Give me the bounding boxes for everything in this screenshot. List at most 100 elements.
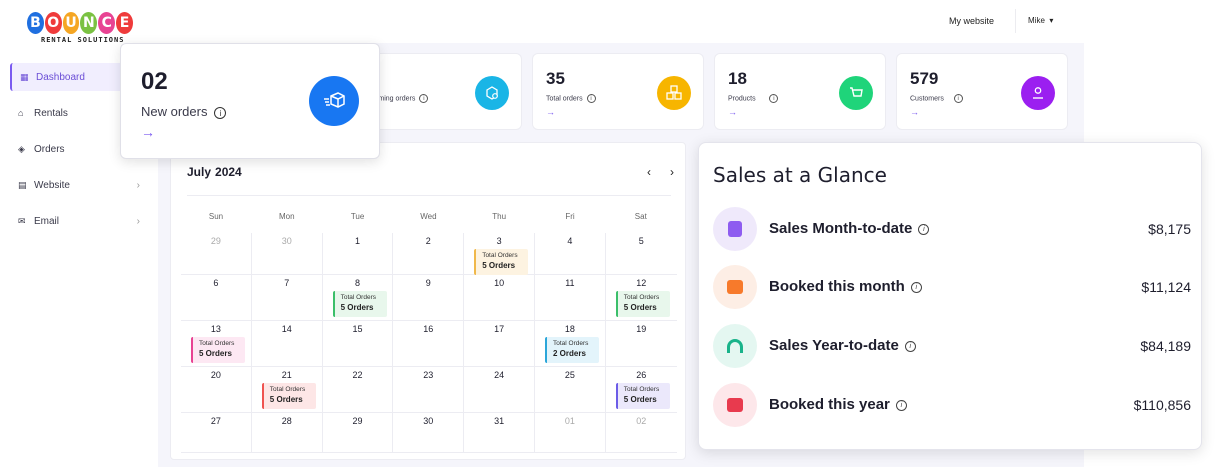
- logo-letter: O: [44, 12, 62, 34]
- info-icon[interactable]: i: [953, 94, 963, 103]
- event-order-count: 5 Orders: [482, 261, 516, 270]
- calendar-day-cell[interactable]: 24: [464, 367, 535, 413]
- new-orders-card[interactable]: 02 New orders i →: [120, 43, 380, 159]
- sales-row-label: Sales Month-to-date i: [769, 220, 930, 237]
- products-arrow-link[interactable]: →: [728, 107, 737, 117]
- calendar-divider: [187, 195, 671, 196]
- customers-arrow-link[interactable]: →: [910, 107, 919, 117]
- products-label: Products i: [728, 94, 779, 103]
- total-orders-card[interactable]: 35 Total orders i →: [532, 53, 704, 130]
- calendar-day-cell[interactable]: 3 Total Orders 5 Orders: [464, 233, 535, 275]
- calendar-day-cell[interactable]: 8 Total Orders 5 Orders: [322, 275, 394, 321]
- calendar-day-cell[interactable]: 13 Total Orders 5 Orders: [181, 321, 252, 367]
- calendar-day-cell[interactable]: 17: [464, 321, 535, 367]
- calendar-day-number: 28: [281, 416, 292, 426]
- info-icon[interactable]: i: [904, 340, 916, 352]
- products-value: 18: [728, 69, 747, 88]
- calendar-day-cell[interactable]: 28: [251, 413, 323, 453]
- calendar-day-cell[interactable]: 1: [322, 233, 394, 275]
- calendar-event-badge[interactable]: Total Orders 5 Orders: [191, 337, 245, 363]
- customers-label: Customers i: [910, 94, 963, 103]
- cart-icon: [839, 76, 873, 110]
- top-bar: My website Mike ▾: [192, 0, 1084, 43]
- info-icon[interactable]: i: [769, 94, 779, 103]
- calendar-day-cell[interactable]: 18 Total Orders 2 Orders: [535, 321, 606, 367]
- event-order-count: 5 Orders: [199, 349, 232, 358]
- calendar-day-cell[interactable]: 22: [322, 367, 394, 413]
- calendar-day-cell[interactable]: 9: [393, 275, 465, 321]
- calendar-day-number: 25: [564, 370, 575, 380]
- calendar-day-cell[interactable]: 26 Total Orders 5 Orders: [605, 367, 677, 413]
- calendar-day-cell[interactable]: 02: [605, 413, 677, 453]
- sidebar-item-label: Orders: [34, 143, 65, 155]
- calendar-day-cell[interactable]: 30: [251, 233, 323, 275]
- calendar-day-cell[interactable]: 11: [535, 275, 606, 321]
- calendar-day-cell[interactable]: 15: [322, 321, 394, 367]
- calendar-event-badge[interactable]: Total Orders 2 Orders: [545, 337, 599, 363]
- my-website-link[interactable]: My website: [949, 16, 994, 26]
- sales-at-a-glance-panel: Sales at a Glance Sales Month-to-date i $8…: [698, 142, 1202, 450]
- chevron-right-icon: ›: [136, 215, 140, 227]
- calendar-day-cell[interactable]: 16: [393, 321, 465, 367]
- user-menu[interactable]: Mike ▾: [1028, 16, 1053, 25]
- day-of-week-header: Thu: [492, 212, 507, 221]
- calendar-day-cell[interactable]: 23: [393, 367, 465, 413]
- calendar-day-cell[interactable]: 27: [181, 413, 252, 453]
- calendar-event-badge[interactable]: Total Orders 5 Orders: [332, 291, 387, 317]
- new-orders-arrow-link[interactable]: →: [141, 124, 155, 140]
- sidebar-item-label: Website: [34, 179, 70, 191]
- calendar-day-number: 30: [281, 236, 292, 246]
- calendar-day-cell[interactable]: 6: [181, 275, 252, 321]
- chevron-right-icon: ›: [136, 179, 140, 191]
- chair-icon: [713, 265, 757, 309]
- sales-row-value: $110,856: [1133, 397, 1191, 413]
- calendar-event-badge[interactable]: Total Orders 5 Orders: [615, 383, 670, 409]
- calendar-day-cell[interactable]: 12 Total Orders 5 Orders: [605, 275, 677, 321]
- calendar-day-cell[interactable]: 4: [535, 233, 606, 275]
- calendar-event-badge[interactable]: Total Orders 5 Orders: [261, 383, 316, 409]
- calendar-prev-button[interactable]: ‹: [647, 165, 651, 179]
- calendar-event-badge[interactable]: Total Orders 5 Orders: [615, 291, 670, 317]
- calendar-day-cell[interactable]: 7: [251, 275, 323, 321]
- calendar-day-cell[interactable]: 19: [605, 321, 677, 367]
- calendar-day-cell[interactable]: 01: [535, 413, 606, 453]
- info-icon[interactable]: i: [895, 399, 907, 411]
- box-icon: ◈: [18, 143, 25, 154]
- calendar-day-cell[interactable]: 31: [464, 413, 535, 453]
- calendar-day-number: 30: [423, 416, 434, 426]
- calendar-day-cell[interactable]: 5: [605, 233, 677, 275]
- calendar-day-cell[interactable]: 25: [535, 367, 606, 413]
- sales-panel-title: Sales at a Glance: [713, 163, 887, 187]
- sidebar-item-label: Dashboard: [36, 71, 85, 83]
- info-icon[interactable]: i: [419, 94, 429, 103]
- customers-card[interactable]: 579 Customers i →: [896, 53, 1068, 130]
- sales-row-label: Booked this year i: [769, 396, 907, 413]
- total-orders-arrow-link[interactable]: →: [546, 107, 555, 117]
- sales-row: Sales Month-to-date i $8,175: [713, 207, 1191, 251]
- sidebar-item-website[interactable]: ▤ Website ›: [10, 171, 150, 199]
- event-title: Total Orders: [269, 386, 306, 393]
- calendar-day-cell[interactable]: 21 Total Orders 5 Orders: [251, 367, 323, 413]
- day-of-week-header: Mon: [279, 212, 295, 221]
- info-icon[interactable]: i: [586, 94, 596, 103]
- calendar-day-cell[interactable]: 14: [251, 321, 323, 367]
- calendar-event-badge[interactable]: Total Orders 5 Orders: [474, 249, 529, 275]
- sidebar-item-email[interactable]: ✉ Email ›: [10, 207, 150, 235]
- event-order-count: 5 Orders: [269, 395, 303, 404]
- mail-icon: ✉: [18, 215, 26, 226]
- calendar-day-number: 01: [564, 416, 575, 426]
- calendar-day-cell[interactable]: 20: [181, 367, 252, 413]
- calendar-day-cell[interactable]: 2: [393, 233, 465, 275]
- bounce-logo[interactable]: BOUNCE RENTAL SOLUTIONS: [27, 12, 133, 48]
- calendar-day-cell[interactable]: 10: [464, 275, 535, 321]
- calendar-day-cell[interactable]: 30: [393, 413, 465, 453]
- calendar-next-button[interactable]: ›: [670, 165, 674, 179]
- new-orders-label: New orders i: [141, 104, 227, 119]
- info-icon[interactable]: i: [918, 223, 930, 235]
- info-icon[interactable]: i: [214, 106, 227, 119]
- products-card[interactable]: 18 Products i →: [714, 53, 886, 130]
- calendar-day-number: 8: [354, 278, 360, 288]
- calendar-day-cell[interactable]: 29: [181, 233, 252, 275]
- calendar-day-cell[interactable]: 29: [322, 413, 394, 453]
- info-icon[interactable]: i: [910, 281, 922, 293]
